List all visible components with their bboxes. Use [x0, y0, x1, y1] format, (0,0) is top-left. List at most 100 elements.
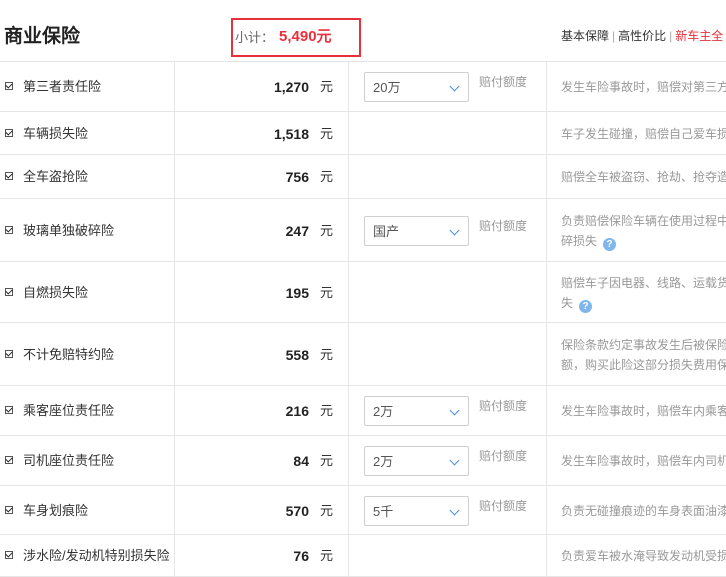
subtotal-value: 5,490元 [279, 28, 332, 45]
chevron-down-icon [449, 405, 460, 416]
select-value: 20万 [373, 80, 401, 95]
price-unit: 元 [320, 453, 334, 468]
amount-label: 赔付额度 [479, 219, 528, 233]
chevron-down-icon [449, 455, 460, 466]
table-row: 全车盗抢险 756 元 赔偿全车被盗窃、抢劫、抢夺造 [0, 155, 726, 199]
plan-tab-full[interactable]: 新车主全 [675, 29, 723, 43]
amount-label: 赔付额度 [479, 499, 528, 513]
coverage-amount-select[interactable]: 5千 [364, 496, 469, 526]
table-row: 涉水险/发动机特别损失险 76 元 负责爱车被水淹导致发动机受损 [0, 535, 726, 577]
coverage-checkbox[interactable] [5, 82, 13, 90]
price-unit: 元 [320, 79, 334, 94]
price-unit: 元 [320, 548, 334, 563]
description-line: 保险条款约定事故发生后被保险 [561, 338, 726, 352]
help-icon[interactable]: ? [579, 300, 593, 313]
header: 商业保险 小计： 5,490元 基本保障 | 高性价比 | 新车主全 [0, 0, 726, 62]
coverage-price: 84 [293, 453, 309, 469]
coverage-price: 570 [285, 503, 309, 519]
description-line: 发生车险事故时，赔偿车内司机 [561, 454, 726, 468]
coverage-checkbox[interactable] [5, 456, 13, 464]
coverage-name: 全车盗抢险 [23, 169, 89, 184]
coverage-checkbox[interactable] [5, 172, 13, 180]
coverage-price: 756 [285, 169, 309, 185]
coverage-checkbox[interactable] [5, 551, 13, 559]
coverage-description: 负责爱车被水淹导致发动机受损 [561, 546, 726, 566]
coverage-price: 247 [285, 223, 309, 239]
coverage-name: 涉水险/发动机特别损失险 [23, 548, 170, 563]
price-unit: 元 [320, 403, 334, 418]
coverage-name: 司机座位责任险 [23, 453, 115, 468]
select-value: 5千 [373, 504, 394, 519]
coverage-checkbox[interactable] [5, 226, 13, 234]
description-line: 发生车险事故时，赔偿车内乘客 [561, 404, 726, 418]
coverage-name: 第三者责任险 [23, 79, 102, 94]
plan-separator: | [669, 29, 673, 43]
chevron-down-icon [449, 225, 460, 236]
coverage-price: 1,270 [273, 79, 309, 95]
coverage-amount-select[interactable]: 20万 [364, 72, 469, 102]
coverage-description: 保险条款约定事故发生后被保险 额，购买此险这部分损失费用保 [561, 335, 726, 375]
coverage-name: 车辆损失险 [23, 126, 89, 141]
coverage-description: 赔偿车子因电器、线路、运载货失? [561, 273, 726, 313]
price-unit: 元 [320, 169, 334, 184]
description-line: 碎损失? [561, 231, 726, 251]
coverage-price: 1,518 [273, 126, 309, 142]
description-line: 负责无碰撞痕迹的车身表面油漆 [561, 504, 726, 518]
plan-tab-value[interactable]: 高性价比 [618, 29, 666, 43]
coverage-price: 76 [293, 548, 309, 564]
table-row: 乘客座位责任险 216 元 2万 赔付额度 发生车险事故时，赔偿车内乘客 [0, 386, 726, 436]
table-row: 车身划痕险 570 元 5千 赔付额度 负责无碰撞痕迹的车身表面油漆 [0, 486, 726, 535]
coverage-checkbox[interactable] [5, 506, 13, 514]
coverage-checkbox[interactable] [5, 129, 13, 137]
select-value: 2万 [373, 404, 394, 419]
coverage-description: 赔偿全车被盗窃、抢劫、抢夺造 [561, 167, 726, 187]
table-row: 自燃损失险 195 元 赔偿车子因电器、线路、运载货失? [0, 262, 726, 323]
description-line: 负责爱车被水淹导致发动机受损 [561, 549, 726, 563]
coverage-checkbox[interactable] [5, 406, 13, 414]
description-line: 赔偿全车被盗窃、抢劫、抢夺造 [561, 170, 726, 184]
description-line: 失? [561, 293, 726, 313]
coverage-price: 558 [285, 347, 309, 363]
plan-tab-basic[interactable]: 基本保障 [561, 29, 609, 43]
table-row: 车辆损失险 1,518 元 车子发生碰撞，赔偿自己爱车损 [0, 112, 726, 155]
coverage-amount-select[interactable]: 2万 [364, 446, 469, 476]
select-value: 国产 [373, 224, 400, 239]
coverage-name: 乘客座位责任险 [23, 403, 115, 418]
coverage-amount-select[interactable]: 国产 [364, 216, 469, 246]
coverage-price: 195 [285, 285, 309, 301]
coverage-description: 发生车险事故时，赔偿车内乘客 [561, 401, 726, 421]
table-row: 司机座位责任险 84 元 2万 赔付额度 发生车险事故时，赔偿车内司机 [0, 436, 726, 486]
coverage-name: 自燃损失险 [23, 285, 89, 300]
help-icon[interactable]: ? [603, 238, 617, 251]
price-unit: 元 [320, 347, 334, 362]
price-unit: 元 [320, 503, 334, 518]
page-title: 商业保险 [4, 26, 81, 47]
table-row: 不计免赔特约险 558 元 保险条款约定事故发生后被保险 额，购买此险这部分损失费用保 [0, 323, 726, 386]
description-line: 额，购买此险这部分损失费用保 [561, 358, 726, 372]
amount-label: 赔付额度 [479, 399, 528, 413]
coverage-name: 玻璃单独破碎险 [23, 223, 115, 238]
chevron-down-icon [449, 81, 460, 92]
coverage-amount-select[interactable]: 2万 [364, 396, 469, 426]
amount-label: 赔付额度 [479, 449, 528, 463]
price-unit: 元 [320, 126, 334, 141]
coverage-description: 车子发生碰撞，赔偿自己爱车损 [561, 124, 726, 144]
coverage-description: 负责无碰撞痕迹的车身表面油漆 [561, 501, 726, 521]
coverage-checkbox[interactable] [5, 350, 13, 358]
subtotal-label: 小计： [235, 30, 275, 45]
price-unit: 元 [320, 285, 334, 300]
coverage-price: 216 [285, 403, 309, 419]
select-value: 2万 [373, 454, 394, 469]
plan-tabs: 基本保障 | 高性价比 | 新车主全 [561, 27, 723, 45]
price-unit: 元 [320, 223, 334, 238]
plan-separator: | [612, 29, 616, 43]
coverage-checkbox[interactable] [5, 288, 13, 296]
coverage-description: 发生车险事故时，赔偿对第三方 [561, 77, 726, 97]
description-line: 赔偿车子因电器、线路、运载货 [561, 276, 726, 290]
table-row: 第三者责任险 1,270 元 20万 赔付额度 发生车险事故时，赔偿对第三方 [0, 62, 726, 112]
coverage-name: 车身划痕险 [23, 503, 89, 518]
description-line: 发生车险事故时，赔偿对第三方 [561, 80, 726, 94]
subtotal-box: 小计： 5,490元 [231, 18, 361, 57]
coverage-name: 不计免赔特约险 [23, 347, 115, 362]
description-line: 负责赔偿保险车辆在使用过程中 [561, 214, 726, 228]
